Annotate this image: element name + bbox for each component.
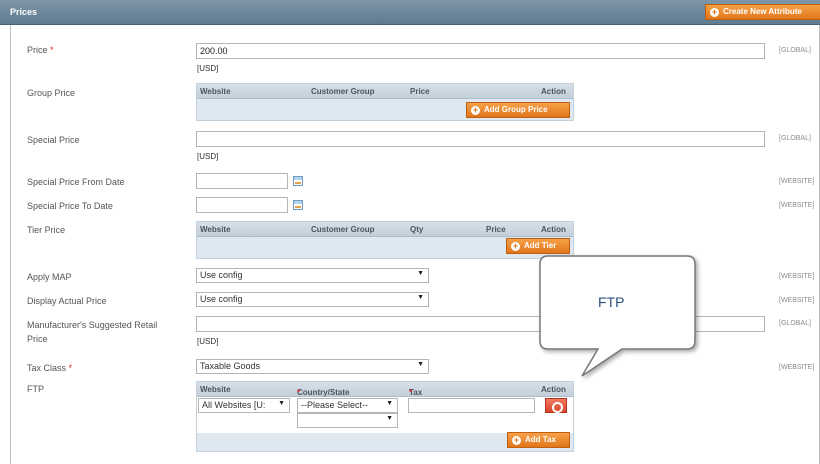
callout-text: FTP <box>598 294 625 310</box>
callout-bubble <box>539 255 696 377</box>
